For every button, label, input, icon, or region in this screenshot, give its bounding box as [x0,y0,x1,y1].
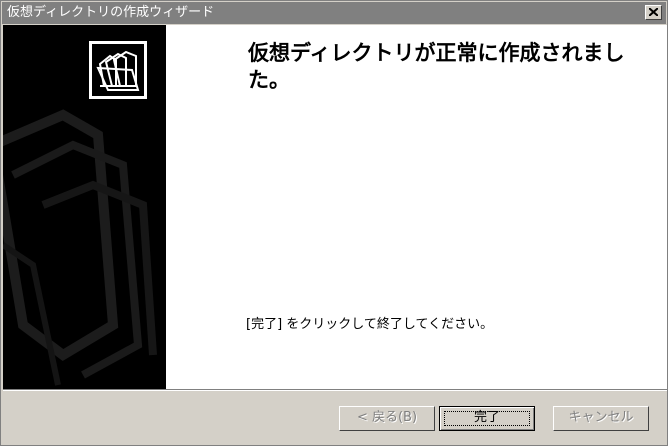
title-bar[interactable]: 仮想ディレクトリの作成ウィザード [2,2,666,24]
separator-light [3,390,667,391]
wizard-sidebar [3,25,166,389]
close-button[interactable] [645,5,662,20]
wizard-content: 仮想ディレクトリが正常に作成されました。 [完了] をクリックして終了してくださ… [3,25,667,389]
finish-button[interactable]: 完了 [439,406,535,431]
back-button[interactable]: < 戻る(B) [339,406,435,431]
finish-instruction: [完了] をクリックして終了してください。 [246,317,494,332]
cancel-button[interactable]: キャンセル [553,406,649,431]
wizard-window: 仮想ディレクトリの作成ウィザード 仮想ディレクトリが正常に作成されました。 [完… [0,0,668,446]
focus-rect [444,411,530,426]
completion-heading: 仮想ディレクトリが正常に作成されました。 [248,41,625,92]
folder-wizard-icon [89,41,147,99]
close-icon [649,8,658,16]
window-title: 仮想ディレクトリの作成ウィザード [7,5,215,20]
